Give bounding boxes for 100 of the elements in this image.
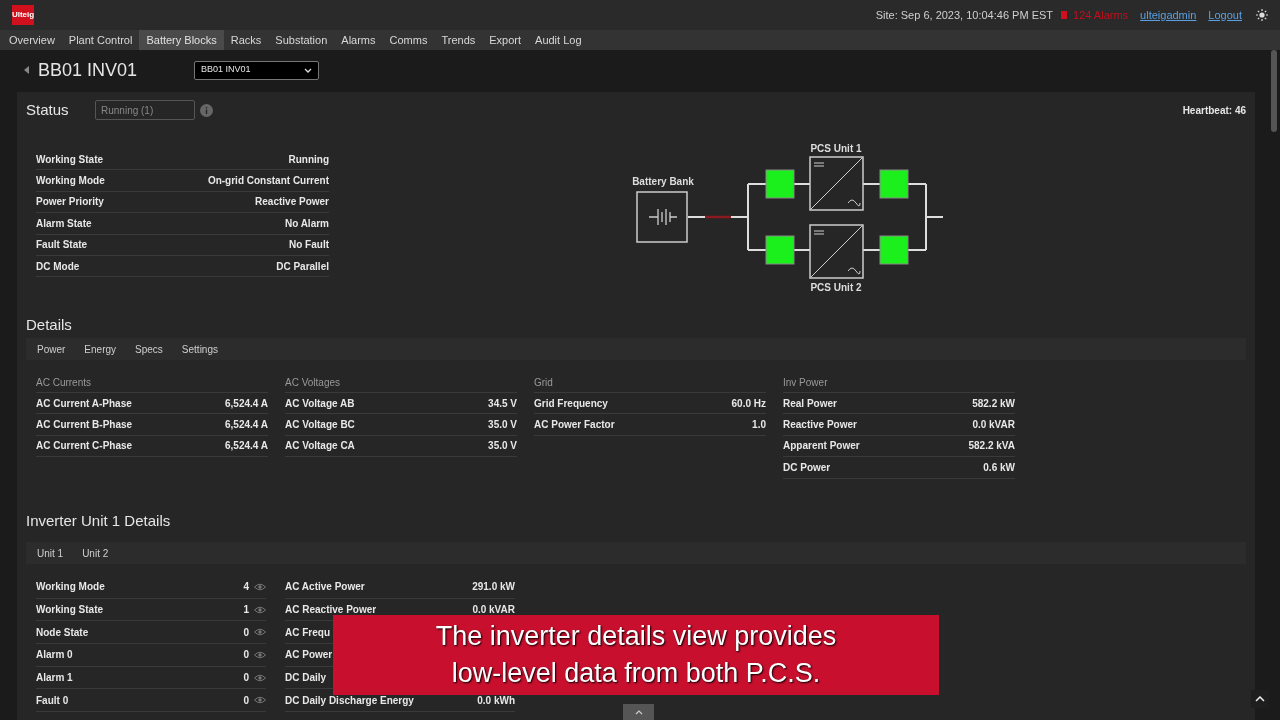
site-time: Site: Sep 6, 2023, 10:04:46 PM EST xyxy=(875,7,1054,23)
row-label: Apparent Power xyxy=(783,439,860,454)
row-label: AC Current C-Phase xyxy=(36,439,133,454)
theme-toggle-icon[interactable] xyxy=(1256,9,1268,21)
chevron-down-icon xyxy=(304,67,312,73)
row-label: Working State xyxy=(36,603,104,618)
row-value: 582.2 kVA xyxy=(968,439,1015,454)
row-label: Working Mode xyxy=(36,174,105,189)
eye-icon[interactable] xyxy=(254,628,266,637)
device-select[interactable]: BB01 INV01 xyxy=(194,60,319,80)
nav-tab[interactable]: Overview xyxy=(2,30,62,50)
row-label: AC Reactive Power xyxy=(285,603,377,618)
row-value: No Fault xyxy=(289,238,329,253)
row-label: Fault State xyxy=(36,238,88,253)
group-title: Inv Power xyxy=(783,375,828,390)
eye-icon[interactable] xyxy=(254,696,266,705)
row-label: Alarm 0 xyxy=(36,648,73,663)
row-value: 0.0 kWh xyxy=(477,693,515,708)
row-label: DC Daily xyxy=(285,671,327,686)
nav-tab[interactable]: Racks xyxy=(223,30,269,50)
row-label: Grid Frequency xyxy=(534,396,608,411)
diagram-label: PCS Unit 2 xyxy=(810,282,862,293)
row-value: 0.0 kVAR xyxy=(972,418,1015,433)
nav-tab[interactable]: Plant Control xyxy=(61,30,140,50)
row-label: DC Power xyxy=(783,460,831,475)
row-value: DC Parallel xyxy=(276,259,329,274)
row-label: Working State xyxy=(36,152,104,167)
diagram-label: Battery Bank xyxy=(632,176,694,187)
row-label: AC Voltage BC xyxy=(285,418,355,433)
row-value: No Alarm xyxy=(284,216,329,231)
row-value: 35.0 V xyxy=(488,418,517,433)
row-value: 0 xyxy=(243,671,249,686)
scroll-up-tab[interactable] xyxy=(623,704,654,720)
row-label: Node State xyxy=(36,625,89,640)
nav-tab[interactable]: Export xyxy=(482,30,529,50)
section-title: Details xyxy=(26,315,73,335)
row-label: Alarm 1 xyxy=(36,671,73,686)
eye-icon[interactable] xyxy=(254,650,266,659)
row-label: AC Current B-Phase xyxy=(36,418,133,433)
nav-tab[interactable]: Alarms xyxy=(334,30,383,50)
row-label: AC Power Factor xyxy=(534,418,615,433)
tab[interactable]: Unit 1 xyxy=(31,545,70,561)
row-label: DC Daily Discharge Energy xyxy=(285,693,414,708)
row-value: 6,524.4 A xyxy=(225,439,268,454)
row-label: AC Active Power xyxy=(285,580,365,595)
status-field: Running (1) xyxy=(95,100,195,120)
row-value: 0.6 kW xyxy=(983,460,1015,475)
group-title: AC Voltages xyxy=(285,375,341,390)
eye-icon[interactable] xyxy=(254,582,266,591)
row-value: 0.0 kVAR xyxy=(472,603,515,618)
section-title: Status xyxy=(26,99,70,120)
tab[interactable]: Settings xyxy=(175,341,224,357)
caret-up-icon xyxy=(634,709,643,715)
row-label: Real Power xyxy=(783,396,837,411)
back-icon[interactable] xyxy=(24,66,30,74)
group-title: Grid xyxy=(534,375,553,390)
nav-tab[interactable]: Audit Log xyxy=(528,30,589,50)
tab[interactable]: Power xyxy=(31,341,72,357)
row-value: 1 xyxy=(243,603,249,618)
row-label: DC Mode xyxy=(36,259,80,274)
row-label: AC Frequ xyxy=(285,625,330,640)
tab[interactable]: Unit 2 xyxy=(76,545,115,561)
caret-up-icon xyxy=(1255,696,1265,702)
row-value: Running xyxy=(288,152,329,167)
row-value: 0 xyxy=(243,625,249,640)
info-icon[interactable] xyxy=(200,103,213,117)
eye-icon[interactable] xyxy=(254,605,266,614)
alarm-icon xyxy=(1061,11,1068,19)
scrollbar[interactable] xyxy=(1271,50,1277,132)
section-title: Inverter Unit 1 Details xyxy=(26,511,171,531)
eye-icon[interactable] xyxy=(254,673,266,682)
row-label: Reactive Power xyxy=(783,418,857,433)
row-value: 4 xyxy=(243,580,249,595)
row-label: AC Current A-Phase xyxy=(36,396,132,411)
row-value: 6,524.4 A xyxy=(225,396,268,411)
caption-text: The inverter details view provides xyxy=(435,620,837,653)
row-value: On-grid Constant Current xyxy=(207,174,329,189)
nav-tab[interactable]: Substation xyxy=(268,30,335,50)
user-link[interactable]: ulteigadmin xyxy=(1140,6,1197,24)
heartbeat-text: Heartbeat: 46 xyxy=(1182,103,1246,118)
row-label: AC Voltage CA xyxy=(285,439,355,454)
row-label: AC Voltage AB xyxy=(285,396,355,411)
row-label: Alarm State xyxy=(36,216,92,231)
nav-tab[interactable]: Battery Blocks xyxy=(139,30,224,50)
tab[interactable]: Specs xyxy=(129,341,169,357)
row-label: Fault 0 xyxy=(36,693,69,708)
logout-link[interactable]: Logout xyxy=(1208,6,1242,24)
row-value: 0 xyxy=(243,693,249,708)
nav-tab[interactable]: Comms xyxy=(382,30,435,50)
row-label: AC Power xyxy=(285,648,333,663)
row-value: 6,524.4 A xyxy=(225,418,268,433)
row-value: 60.0 Hz xyxy=(731,396,766,411)
tab[interactable]: Energy xyxy=(78,341,123,357)
nav-tab[interactable]: Trends xyxy=(434,30,483,50)
row-value: 34.5 V xyxy=(488,396,517,411)
row-value: 0 xyxy=(243,648,249,663)
row-label: Working Mode xyxy=(36,580,105,595)
logo: Ulteig xyxy=(12,5,34,25)
row-value: 35.0 V xyxy=(488,439,517,454)
diagram-label: PCS Unit 1 xyxy=(810,143,862,154)
